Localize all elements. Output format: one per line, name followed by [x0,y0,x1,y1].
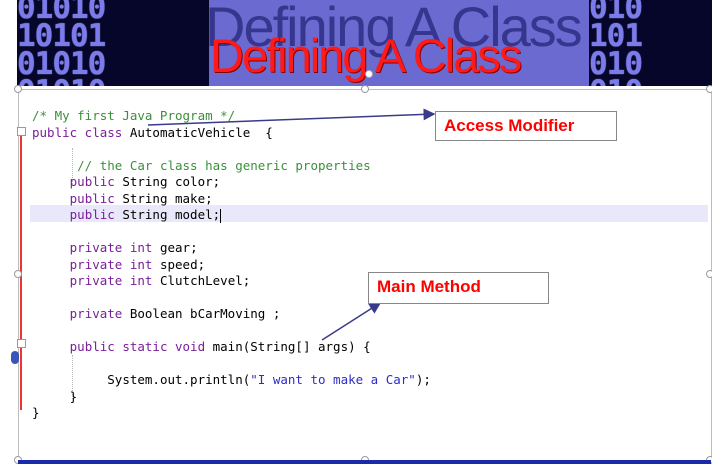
arrow-access-modifier [147,108,436,126]
callout-arrows [147,108,436,341]
callout-main-method[interactable]: Main Method [368,272,549,304]
callout-access-modifier[interactable]: Access Modifier [435,111,617,141]
arrow-main-method [321,302,382,341]
